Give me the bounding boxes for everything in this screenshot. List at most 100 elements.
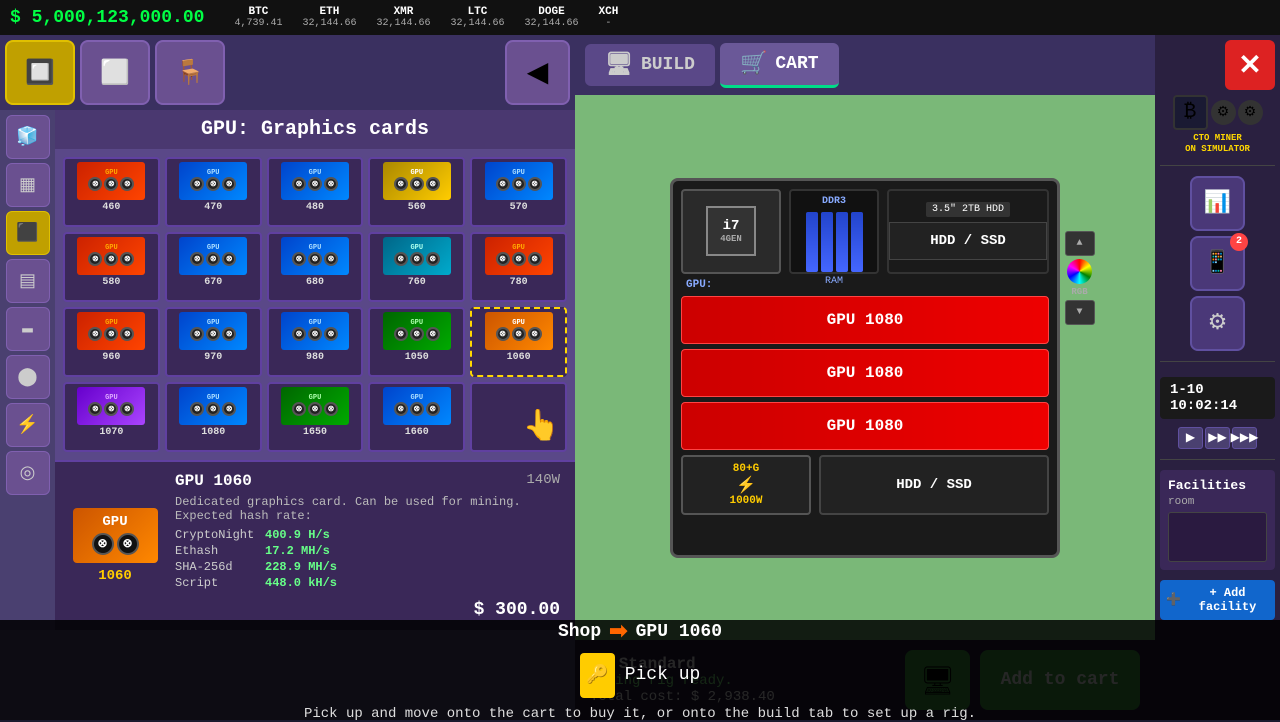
rgb-down-btn[interactable]: ▼ <box>1065 300 1095 325</box>
pc-psu: 80+G ⚡ 1000W <box>681 455 811 515</box>
crypto-eth: ETH 32,144.66 <box>302 6 356 29</box>
playback-controls: ▶ ▶▶ ▶▶▶ <box>1178 427 1257 449</box>
floor-tab-icon: ⬜ <box>100 58 130 88</box>
breadcrumb-arrow: ➡ <box>609 619 627 645</box>
gpu-description: Dedicated graphics card. Can be used for… <box>175 495 560 523</box>
hashrate-ethash: Ethash 17.2 MH/s <box>175 544 560 558</box>
gpu-960-img: GPU ⊗⊗⊗ <box>77 312 145 350</box>
tab-gpu[interactable]: 🔲 <box>5 40 75 105</box>
add-facility-button[interactable]: ➕ + Add facility <box>1160 580 1275 620</box>
side-icon-cylinder[interactable]: ⬤ <box>6 355 50 399</box>
facilities-viewport <box>1168 512 1267 562</box>
gpu-card-480[interactable]: GPU ⊗⊗⊗ 480 <box>267 157 364 227</box>
add-facility-label: + Add facility <box>1186 586 1269 614</box>
main-area: 🔲 ⬜ 🪑 ◀ 🧊 ▦ ⬛ ▤ ▬ ⬤ ⚡ <box>0 35 1280 720</box>
gpu-slot-1: GPU 1080 <box>681 296 1049 344</box>
gpu-card-560[interactable]: GPU ⊗⊗⊗ 560 <box>368 157 465 227</box>
ddr3-label: DDR3 <box>822 196 846 207</box>
breadcrumb-hint: Pick up and move onto the cart to buy it… <box>304 706 976 722</box>
pc-ram-area: DDR3 RAM <box>789 189 879 274</box>
gpu-card-980[interactable]: GPU ⊗⊗⊗ 980 <box>267 307 364 377</box>
gpu-slot-3: GPU 1080 <box>681 402 1049 450</box>
ram-stick-2 <box>821 212 833 272</box>
gpu-card-1080[interactable]: GPU ⊗⊗⊗ 1080 <box>165 382 262 452</box>
gpu-460-label: 460 <box>102 202 120 213</box>
pc-hdd-bottom: HDD / SSD <box>819 455 1049 515</box>
gpu-card-670[interactable]: GPU ⊗⊗⊗ 670 <box>165 232 262 302</box>
gpu-card-1650[interactable]: GPU ⊗⊗⊗ 1650 <box>267 382 364 452</box>
ram-stick-3 <box>836 212 848 272</box>
side-icon-circuit[interactable]: ▤ <box>6 259 50 303</box>
gpu-card-1660[interactable]: GPU ⊗⊗⊗ 1660 <box>368 382 465 452</box>
logo-icons: ₿ ⚙ ⚙ <box>1173 95 1263 130</box>
tab-bar: 🔲 ⬜ 🪑 ◀ <box>0 35 575 110</box>
crypto-btc: BTC 4,739.41 <box>234 6 282 29</box>
facilities-panel: Facilities room <box>1160 470 1275 570</box>
gpu-preview-image: GPU ⊗ ⊗ <box>73 508 158 563</box>
timer-display: 1-10 10:02:14 <box>1160 377 1275 419</box>
gpu-card-780[interactable]: GPU ⊗⊗⊗ 780 <box>470 232 567 302</box>
gpu-card-580[interactable]: GPU ⊗⊗⊗ 580 <box>63 232 160 302</box>
gpu-560-img: GPU ⊗⊗⊗ <box>383 162 451 200</box>
gpu-680-img: GPU ⊗⊗⊗ <box>281 237 349 275</box>
side-icon-cube[interactable]: 🧊 <box>6 115 50 159</box>
gpu-label-pc: GPU: <box>681 279 1049 291</box>
pickup-icon: 🔑 <box>580 653 615 698</box>
gpu-card-1060[interactable]: GPU ⊗⊗⊗ 1060 <box>470 307 567 377</box>
pc-rgb-panel[interactable]: ▲ RGB ▼ <box>1062 231 1097 325</box>
hashrate-script: Script 448.0 kH/s <box>175 576 560 590</box>
logo-gear-icons: ⚙ ⚙ <box>1211 100 1263 125</box>
timer-text: 1-10 10:02:14 <box>1170 382 1237 414</box>
close-button[interactable]: ✕ <box>1225 40 1275 90</box>
tab-back[interactable]: ◀ <box>505 40 570 105</box>
gpu-670-img: GPU ⊗⊗⊗ <box>179 237 247 275</box>
gpu-card-960[interactable]: GPU ⊗⊗⊗ 960 <box>63 307 160 377</box>
side-icon-grid[interactable]: ▦ <box>6 163 50 207</box>
rgb-up-btn[interactable]: ▲ <box>1065 231 1095 256</box>
play-btn[interactable]: ▶ <box>1178 427 1203 449</box>
crypto-doge: DOGE 32,144.66 <box>525 6 579 29</box>
ram-stick-4 <box>851 212 863 272</box>
gpu-price: $ 300.00 <box>175 600 560 620</box>
pc-psu-row: 80+G ⚡ 1000W HDD / SSD <box>681 455 1049 515</box>
nav-icon-settings[interactable]: ⚙ <box>1190 296 1245 351</box>
gpu-card-1050[interactable]: GPU ⊗⊗⊗ 1050 <box>368 307 465 377</box>
super-fast-btn[interactable]: ▶▶▶ <box>1232 427 1257 449</box>
side-icon-bar: 🧊 ▦ ⬛ ▤ ▬ ⬤ ⚡ ◎ <box>0 110 55 630</box>
build-tab-icon: 🖥 <box>605 52 633 78</box>
gear-icon-1: ⚙ <box>1211 100 1236 125</box>
hashrate-sha256d: SHA-256d 228.9 MH/s <box>175 560 560 574</box>
gpu-card-470[interactable]: GPU ⊗⊗⊗ 470 <box>165 157 262 227</box>
gear-icon-2: ⚙ <box>1238 100 1263 125</box>
gpu-grid: GPU ⊗⊗⊗ 460 GPU ⊗⊗⊗ 47 <box>55 149 575 460</box>
tab-cart[interactable]: 🛒 CART <box>720 43 839 88</box>
breadcrumb-path: Shop ➡ GPU 1060 <box>558 619 722 645</box>
side-icon-fan[interactable]: ◎ <box>6 451 50 495</box>
left-panel: 🔲 ⬜ 🪑 ◀ 🧊 ▦ ⬛ ▤ ▬ ⬤ ⚡ <box>0 35 575 720</box>
nav-icon-chart[interactable]: 📊 <box>1190 176 1245 231</box>
gpu-card-760[interactable]: GPU ⊗⊗⊗ 760 <box>368 232 465 302</box>
gpu-watt-label: 140W <box>526 472 560 488</box>
gpu-info: GPU 1060 140W Dedicated graphics card. C… <box>175 472 560 620</box>
tab-floor[interactable]: ⬜ <box>80 40 150 105</box>
nav-icon-phone[interactable]: 📱 2 <box>1190 236 1245 291</box>
gpu-1060-img: GPU ⊗⊗⊗ <box>485 312 553 350</box>
gpu-970-img: GPU ⊗⊗⊗ <box>179 312 247 350</box>
game-logo-area: ₿ ⚙ ⚙ CTO MINERON SIMULATOR <box>1160 95 1275 155</box>
tab-build[interactable]: 🖥 BUILD <box>585 44 715 86</box>
side-icon-chip[interactable]: ⬛ <box>6 211 50 255</box>
gpu-card-460[interactable]: GPU ⊗⊗⊗ 460 <box>63 157 160 227</box>
rgb-wheel <box>1067 259 1092 284</box>
gpu-card-970[interactable]: GPU ⊗⊗⊗ 970 <box>165 307 262 377</box>
side-icon-bolt[interactable]: ⚡ <box>6 403 50 447</box>
fast-forward-btn[interactable]: ▶▶ <box>1205 427 1230 449</box>
gpu-card-1070[interactable]: GPU ⊗⊗⊗ 1070 <box>63 382 160 452</box>
gpu-card-570[interactable]: GPU ⊗⊗⊗ 570 <box>470 157 567 227</box>
crypto-xmr: XMR 32,144.66 <box>376 6 430 29</box>
gpu-card-680[interactable]: GPU ⊗⊗⊗ 680 <box>267 232 364 302</box>
hdd-main-label: HDD / SSD <box>889 222 1047 260</box>
tab-chair[interactable]: 🪑 <box>155 40 225 105</box>
side-icon-bars[interactable]: ▬ <box>6 307 50 351</box>
gpu-detail-panel: GPU ⊗ ⊗ 1060 GPU 1060 140W <box>55 460 575 630</box>
divider-2 <box>1160 361 1275 362</box>
